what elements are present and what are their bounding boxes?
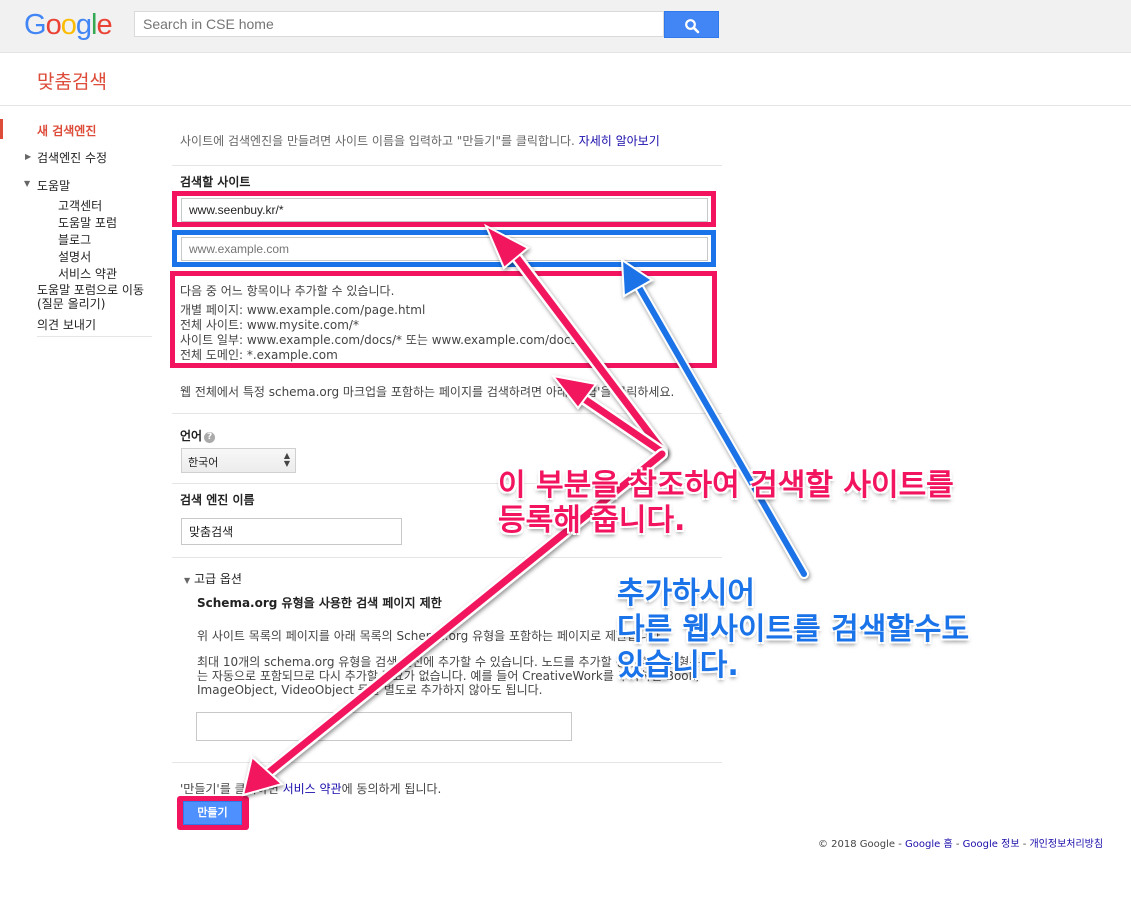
select-arrows-icon: ▲ ▼ [283,451,290,468]
terms-link[interactable]: 서비스 약관 [283,782,342,796]
help-line: 전체 도메인: *.example.com [180,348,338,362]
section-divider [172,762,722,763]
footer-sep: - [895,839,906,850]
language-value: 한국어 [188,456,219,469]
terms-prefix: '만들기'를 클릭하면 [180,782,283,796]
top-bar: Google [0,0,1131,53]
terms-notice: '만들기'를 클릭하면 서비스 약관에 동의하게 됩니다. [180,780,441,797]
app-title[interactable]: 맞춤검색 [37,67,107,94]
language-select[interactable]: 한국어 ▲ ▼ [181,448,296,473]
advanced-title: Schema.org 유형을 사용한 검색 페이지 제한 [197,596,442,610]
schema-type-input[interactable] [196,712,572,741]
footer-link-privacy[interactable]: 개인정보처리방침 [1029,839,1103,850]
sidebar-item-help[interactable]: 도움말 [37,177,70,194]
footer-sep: - [952,839,963,850]
logo-letter: g [75,9,92,41]
section-divider [172,165,722,166]
blue-annotation-line: 있습니다. [617,648,739,683]
sidebar-item-feedback[interactable]: 의견 보내기 [37,316,96,333]
sidebar-item-help-center[interactable]: 고객센터 [58,197,102,214]
footer-sep: - [1019,839,1030,850]
schema-note: 웹 전체에서 특정 schema.org 마크업을 포함하는 페이지를 검색하려… [180,385,675,399]
pink-annotation-text: 이 부분을 참조하여 검색할 사이트를 등록해 줍니다. [498,468,954,538]
learn-more-link[interactable]: 자세히 알아보기 [579,134,660,148]
triangle-down-icon: ▼ [184,576,191,585]
sidebar-divider [37,336,152,337]
sidebar-item-manual[interactable]: 설명서 [58,248,91,265]
copyright: © 2018 Google [818,839,896,850]
help-icon[interactable]: ? [204,432,216,443]
triangle-right-icon[interactable]: ▶ [25,152,31,161]
pink-annotation-line: 이 부분을 참조하여 검색할 사이트를 [498,468,954,503]
footer-link-home[interactable]: Google 홈 [905,839,953,850]
logo-letter: o [45,9,62,41]
engine-name-input[interactable] [181,518,402,545]
engine-name-label: 검색 엔진 이름 [180,493,255,507]
site-url-input[interactable] [181,198,708,222]
sidebar-item-new-engine[interactable]: 새 검색엔진 [37,122,96,139]
triangle-down-icon[interactable]: ▼ [24,179,30,188]
advanced-description: 위 사이트 목록의 페이지를 아래 목록의 Schema.org 유형을 포함하… [197,629,664,643]
google-logo[interactable]: Google [24,9,113,42]
sidebar-item-terms[interactable]: 서비스 약관 [58,265,117,282]
sidebar-item-help-forum[interactable]: 도움말 포럼 [58,214,117,231]
sidebar-item-blog[interactable]: 블로그 [58,231,91,248]
section-divider [172,557,722,558]
footer-link-about[interactable]: Google 정보 [963,839,1020,850]
help-title: 다음 중 어느 항목이나 추가할 수 있습니다. [180,284,395,298]
search-input[interactable] [134,11,664,37]
logo-letter: e [96,9,112,41]
advanced-options-toggle[interactable]: ▼ 고급 옵션 [184,570,242,587]
header-divider [0,105,1131,106]
footer: © 2018 Google - Google 홈 - Google 정보 - 개… [818,835,1103,850]
terms-suffix: 에 동의하게 됩니다. [341,782,442,796]
active-indicator [0,119,3,139]
blue-annotation-text: 추가하시어 다른 웹사이트를 검색할수도 있습니다. [617,576,969,684]
help-line: 전체 사이트: www.mysite.com/* [180,318,359,332]
help-line: 사이트 일부: www.example.com/docs/* 또는 www.ex… [180,333,581,347]
create-button[interactable]: 만들기 [183,801,242,825]
sites-label: 검색할 사이트 [180,175,251,189]
section-divider [172,413,722,414]
blue-annotation-line: 다른 웹사이트를 검색할수도 [617,612,970,647]
pink-annotation-line: 등록해 줍니다. [498,503,686,538]
intro-sentence: 사이트에 검색엔진을 만들려면 사이트 이름을 입력하고 "만들기"를 클릭합니… [180,134,575,148]
logo-letter: G [24,9,47,41]
language-label: 언어? [180,427,216,444]
magnifier-icon [685,19,700,34]
blue-annotation-line: 추가하시어 [617,576,755,611]
advanced-label: 고급 옵션 [193,572,242,586]
sidebar-item-forum-link-sub[interactable]: (질문 올리기) [37,295,105,312]
logo-letter: o [60,9,77,41]
site-url-input-empty[interactable] [181,237,708,261]
intro-text: 사이트에 검색엔진을 만들려면 사이트 이름을 입력하고 "만들기"를 클릭합니… [180,132,660,149]
search-button[interactable] [664,11,719,38]
advanced-help-line: ImageObject, VideoObject 등을 별도로 추가하지 않아도… [197,683,543,697]
site-format-help: 다음 중 어느 항목이나 추가할 수 있습니다. 개별 페이지: www.exa… [180,284,581,363]
sidebar-item-edit-engine[interactable]: 검색엔진 수정 [37,149,107,166]
help-line: 개별 페이지: www.example.com/page.html [180,303,426,317]
language-label-text: 언어 [180,429,203,443]
